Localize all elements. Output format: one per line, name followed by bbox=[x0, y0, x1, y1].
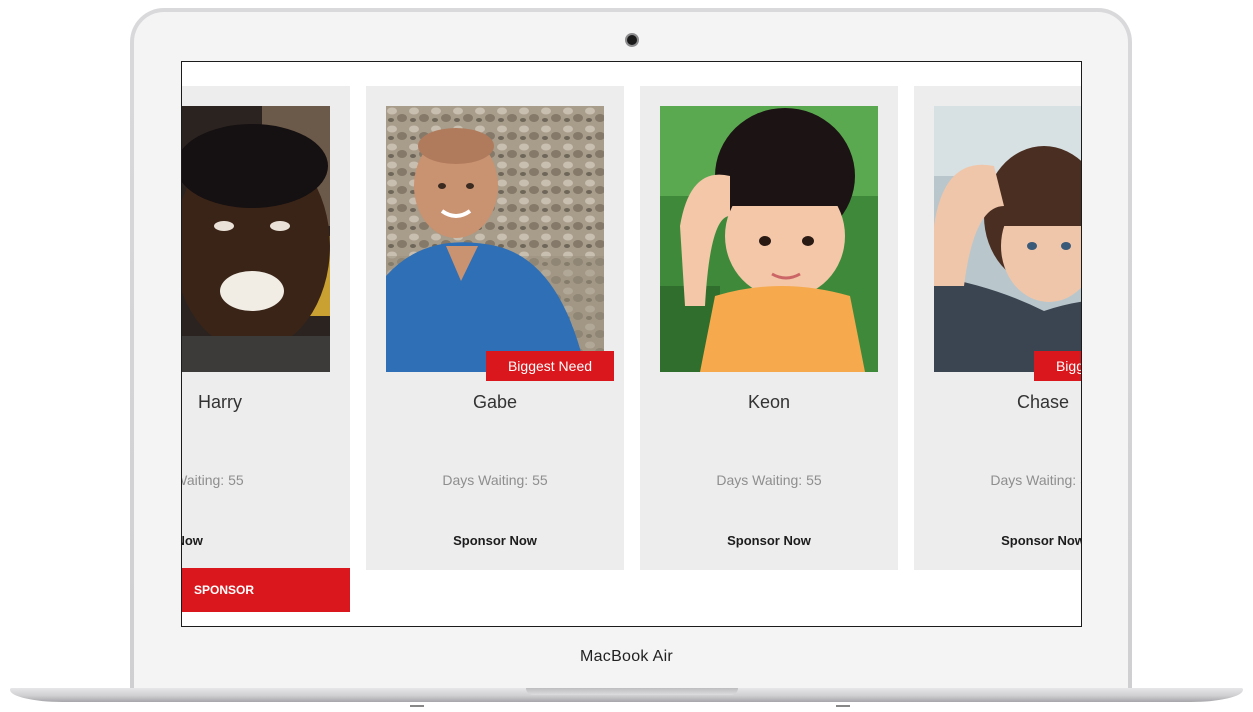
laptop-foot bbox=[836, 705, 850, 707]
sponsor-now-link[interactable]: Sponsor Now bbox=[182, 533, 290, 548]
days-waiting: Days Waiting: 55 bbox=[990, 472, 1081, 488]
days-waiting: Days Waiting: 55 bbox=[182, 472, 244, 488]
camera-icon bbox=[627, 35, 637, 45]
laptop-screen: Harry Days Waiting: 55 Sponsor Now SPONS… bbox=[181, 61, 1082, 627]
child-card-keon: Keon Days Waiting: 55 Sponsor Now bbox=[640, 86, 898, 570]
device-label: MacBook Air bbox=[579, 648, 674, 665]
child-card-harry: Harry Days Waiting: 55 Sponsor Now bbox=[182, 86, 350, 570]
child-card-gabe: Biggest Need Gabe Days Waiting: 55 Spons… bbox=[366, 86, 624, 570]
laptop-notch bbox=[526, 688, 738, 695]
child-name: Keon bbox=[747, 392, 791, 412]
child-name: Chase bbox=[1016, 392, 1070, 412]
child-photo-gabe bbox=[386, 106, 604, 372]
days-waiting: Days Waiting: 55 bbox=[442, 472, 548, 488]
laptop-foot bbox=[410, 705, 424, 707]
biggest-need-badge: Biggest Need bbox=[486, 351, 614, 381]
sponsor-now-link[interactable]: Sponsor Now bbox=[640, 533, 898, 548]
sponsor-now-link[interactable]: Sponsor Now bbox=[366, 533, 624, 548]
child-photo-keon bbox=[660, 106, 878, 372]
days-waiting: Days Waiting: 55 bbox=[716, 472, 822, 488]
biggest-need-badge: Biggest Need bbox=[1034, 351, 1081, 381]
child-photo-chase bbox=[934, 106, 1081, 372]
child-name: Gabe bbox=[472, 392, 518, 412]
child-card-chase: Biggest Need Chase Days Waiting: 55 Spon… bbox=[914, 86, 1081, 570]
sponsor-now-link[interactable]: Sponsor Now bbox=[914, 533, 1081, 548]
child-photo-harry bbox=[182, 106, 330, 372]
sponsor-button[interactable]: SPONSOR bbox=[182, 568, 350, 612]
